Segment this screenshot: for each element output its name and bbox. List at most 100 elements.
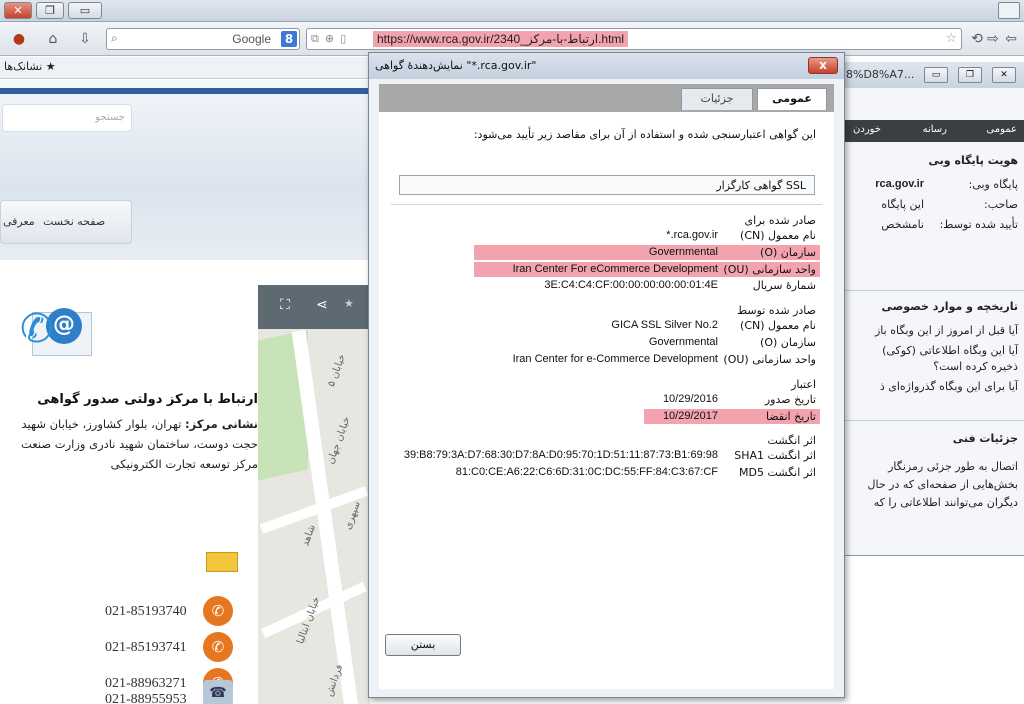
- issued-on-label: تاریخ صدور: [764, 393, 816, 406]
- issued-to-heading: صادر شده برای: [744, 214, 816, 227]
- issued-by-cn-label: نام معمول (CN): [740, 319, 816, 332]
- back-icon[interactable]: ⇦: [1002, 30, 1020, 48]
- window-minimize-button[interactable]: ▭: [68, 2, 102, 19]
- phone-icon: ✆: [203, 596, 233, 626]
- map-toolbar: ⛶ ⋖ ★: [258, 285, 370, 329]
- search-box[interactable]: ⌕ Google 8: [106, 28, 300, 50]
- map-street-label: شاهد: [300, 523, 318, 548]
- site-search-input[interactable]: جستجو: [2, 104, 132, 132]
- sidebar-tab[interactable]: [998, 2, 1020, 19]
- fax-icon: ☎: [203, 680, 233, 704]
- section-divider: [391, 204, 822, 205]
- issued-by-ou-label: واحد سازمانی (OU): [723, 353, 816, 366]
- sha1-label: اثر انگشت SHA1: [734, 449, 816, 462]
- bookmarks-menu[interactable]: نشانک‌ها ★: [4, 60, 56, 73]
- issued-by-ou-value: Iran Center for e-Commerce Development: [512, 353, 718, 365]
- history-question: آیا این وبگاه اطلاعاتی (کوکی): [882, 344, 1018, 357]
- dialog-titlebar: نمایش‌دهندهٔ گواهی "*.rca.gov.ir" x: [369, 53, 844, 79]
- contact-illustration: @ ✆: [20, 298, 96, 368]
- tab-media[interactable]: رسانه: [923, 124, 947, 135]
- url-text[interactable]: https://www.rca.gov.ir/2340_ارتباط-با-مر…: [373, 31, 629, 47]
- tab-other[interactable]: خوردن: [853, 124, 881, 135]
- location-map[interactable]: ⛶ ⋖ ★ خیابان ۵ خیابان جهان شاهد خیابان ا…: [258, 285, 370, 704]
- owner-value: این پایگاه: [881, 198, 924, 211]
- identity-heading: هویت پایگاه وبی: [928, 154, 1018, 167]
- verified-by-value: نامشخص: [881, 218, 924, 231]
- issued-to-cn-value: *.rca.gov.ir: [666, 229, 718, 241]
- section-divider: [844, 420, 1024, 421]
- background-web-page: جستجو صفحه نخست معرفی @ ✆ ارتباط با مرکز…: [0, 80, 370, 704]
- issued-by-cn-value: GICA SSL Silver No.2: [611, 319, 718, 331]
- menu-item-intro[interactable]: معرفی: [3, 215, 35, 228]
- certificate-viewer-dialog: نمایش‌دهندهٔ گواهی "*.rca.gov.ir" x عموم…: [368, 52, 845, 698]
- verified-by-label: تأیید شده توسط:: [939, 218, 1018, 231]
- dialog-body: عمومی جزئیات این گواهی اعتبارسنجی شده و …: [379, 84, 834, 689]
- certificate-purpose: گواهی کارگزار SSL: [399, 175, 815, 195]
- forward-icon[interactable]: ⇨: [984, 30, 1002, 48]
- owner-label: صاحب:: [984, 198, 1018, 211]
- issued-on-value: 10/29/2016: [662, 393, 718, 405]
- home-icon[interactable]: ⌂: [44, 30, 62, 48]
- sha1-value: 39:B8:79:3A:D7:68:30:D7:8A:D0:95:70:1D:5…: [403, 449, 718, 461]
- favorite-star-icon[interactable]: ★: [344, 297, 354, 310]
- window-close-button[interactable]: ✕: [4, 2, 32, 19]
- search-engine-button[interactable]: 8: [281, 31, 297, 47]
- restore-button[interactable]: ❐: [958, 67, 982, 83]
- technical-detail: بخش‌هایی از صفحه‌ای که در حال: [867, 478, 1018, 491]
- md5-value: 81:C0:CE:A6:22:C6:6D:31:0C:DC:55:FF:84:C…: [455, 466, 718, 478]
- bookmarks-label: نشانک‌ها: [4, 60, 43, 73]
- history-question: آیا قبل از امروز از این وبگاه باز: [874, 324, 1018, 337]
- map-street-label: خیابان جهان: [325, 415, 353, 466]
- address-bar[interactable]: ⧉⊕▯ https://www.rca.gov.ir/2340_ارتباط-ب…: [306, 28, 962, 50]
- share-icon[interactable]: ⋖: [316, 297, 328, 313]
- phone-number[interactable]: 021-85193740: [105, 604, 187, 620]
- issued-to-o-label: سازمان (O): [760, 246, 816, 259]
- page-info-window: 8%D8%A7... ▭ ❐ ✕ عمومی رسانه خوردن هویت …: [843, 62, 1024, 556]
- issued-to-o-value: Governmental: [648, 246, 718, 258]
- window-restore-button[interactable]: ❐: [36, 2, 64, 19]
- tab-general[interactable]: عمومی: [986, 124, 1017, 135]
- phone-number[interactable]: 021-85193741: [105, 640, 187, 656]
- dialog-tabs: عمومی جزئیات: [379, 84, 834, 112]
- md5-label: اثر انگشت MD5: [739, 466, 816, 479]
- expires-on-label: تاریخ انقضا: [766, 410, 816, 423]
- map-street-label: خیابان ۵: [326, 352, 348, 389]
- history-heading: تاریخچه و موارد خصوصی: [881, 300, 1018, 313]
- close-dialog-button[interactable]: بستن: [385, 634, 461, 656]
- website-label: پایگاه وبی:: [968, 178, 1018, 191]
- addon-icon[interactable]: ●: [10, 30, 28, 48]
- contact-section: @ ✆ ارتباط با مرکز دولتی صدور گواهی نشان…: [0, 292, 258, 704]
- fullscreen-icon[interactable]: ⛶: [280, 297, 290, 313]
- search-icon: ⌕: [111, 31, 118, 45]
- tab-details[interactable]: جزئیات: [681, 88, 753, 110]
- expires-on-value: 10/29/2017: [662, 410, 718, 422]
- website-value: rca.gov.ir: [875, 178, 924, 190]
- history-question: ذخیره کرده است؟: [933, 360, 1018, 373]
- phone-icon: ✆: [203, 632, 233, 662]
- issued-to-ou-value: Iran Center For eCommerce Development: [512, 263, 718, 275]
- address-line-3: مرکز توسعه تجارت الکترونیکی: [110, 457, 258, 471]
- phone-number[interactable]: 021-88963271: [105, 676, 187, 692]
- close-button[interactable]: ✕: [992, 67, 1016, 83]
- history-question: آیا برای این وبگاه گذرواژه‌ای ذ: [879, 380, 1018, 393]
- verification-text: این گواهی اعتبارسنجی شده و استفاده از آن…: [473, 128, 816, 141]
- tab-general[interactable]: عمومی: [757, 88, 827, 110]
- minimize-button[interactable]: ▭: [924, 67, 948, 83]
- header-blue-strip: [0, 88, 370, 94]
- issued-to-ou-label: واحد سازمانی (OU): [723, 263, 816, 276]
- site-identity-icon[interactable]: ⧉⊕▯: [311, 32, 352, 46]
- serial-value: 3E:C4:C4:CF:00:00:00:00:00:01:4E: [544, 279, 718, 291]
- technical-detail: دیگران می‌توانند اطلاعاتی را که: [873, 496, 1018, 509]
- page-header-banner: جستجو صفحه نخست معرفی: [0, 80, 370, 260]
- fingerprints-heading: اثر انگشت: [767, 434, 817, 447]
- star-icon: ★: [45, 60, 56, 73]
- download-icon[interactable]: ⇩: [76, 30, 94, 48]
- issued-by-o-value: Governmental: [648, 336, 718, 348]
- address-line-2: حجت دوست، ساختمان شهید نادری وزارت صنعت: [21, 437, 258, 451]
- page-info-tabs: عمومی رسانه خوردن: [844, 120, 1024, 142]
- fax-number[interactable]: 021-88955953: [105, 692, 187, 704]
- browser-titlebar: ✕ ❐ ▭: [0, 0, 1024, 22]
- bookmark-star-icon[interactable]: ☆: [945, 31, 957, 46]
- menu-item-home[interactable]: صفحه نخست: [43, 215, 105, 228]
- dialog-close-button[interactable]: x: [808, 57, 838, 74]
